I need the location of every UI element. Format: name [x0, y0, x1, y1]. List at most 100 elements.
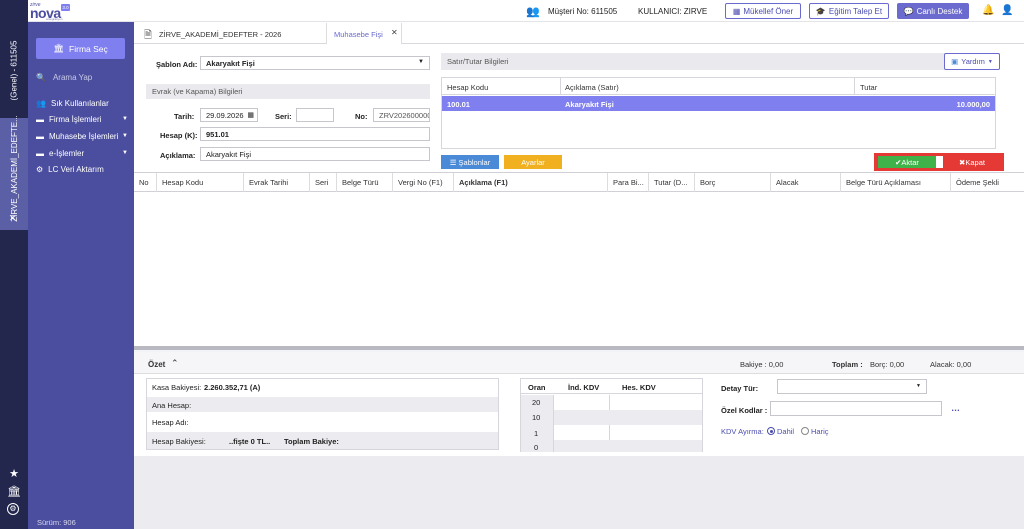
haric-radio[interactable] — [801, 427, 809, 435]
kdv-table: Oran İnd. KDV Hes. KDV 20 10 1 0 — [520, 378, 703, 452]
sablon-label: Şablon Adı: — [156, 60, 198, 69]
close-icon[interactable]: ✕ — [391, 28, 398, 37]
graduation-cap-icon: 🎓 — [815, 6, 826, 16]
tab-muhasebe-fisi[interactable]: Muhasebe Fişi ✕ — [326, 23, 402, 44]
seri-label: Seri: — [275, 112, 292, 121]
column-header[interactable]: Belge Türü — [337, 173, 393, 192]
column-header[interactable]: Alacak — [771, 173, 841, 192]
column-header[interactable]: Para Bi... — [608, 173, 649, 192]
sidebar-search[interactable]: 🔍 Arama Yap — [36, 70, 126, 84]
ozel-kodlar-input[interactable] — [770, 401, 942, 416]
no-label: No: — [355, 112, 368, 121]
satir-table: Hesap Kodu Açıklama (Satır) Tutar 100.01… — [441, 77, 996, 149]
folder-icon: ▬ — [36, 131, 44, 141]
kdv-rate: 10 — [532, 413, 541, 422]
hesap-label: Hesap (K): — [160, 131, 198, 140]
tab-genel[interactable]: (Genel) - 611505 — [0, 30, 28, 110]
bank-icon: 🏛 — [53, 43, 65, 53]
ayarlar-button[interactable]: Ayarlar — [504, 155, 562, 169]
dahil-label: Dahil — [777, 427, 795, 436]
star-icon[interactable]: ★ — [7, 467, 21, 481]
column-header[interactable]: Evrak Tarihi — [244, 173, 310, 192]
aciklama-input[interactable]: Akaryakıt Fişi — [200, 147, 430, 161]
detay-tur-label: Detay Tür: — [721, 384, 759, 393]
settings-icon[interactable]: ⚙ — [7, 503, 19, 515]
ozet-toggle[interactable]: Özet — [148, 360, 165, 369]
sidebar-item-firma[interactable]: ▬ Firma İşlemleri ▼ — [36, 112, 128, 126]
column-header[interactable]: Seri — [310, 173, 337, 192]
mukellef-oner-button[interactable]: ▦ Mükellef Öner — [725, 3, 801, 19]
tab-company-title: ZİRVE_AKADEMİ_EDEFTER - 2026 — [159, 30, 282, 39]
firma-sec-button[interactable]: 🏛 Firma Seç — [36, 38, 125, 59]
open-windows-strip: (Genel) - 611505 ZİRVE_AKADEMİ_EDEFTE...… — [0, 0, 28, 529]
satir-table-row[interactable]: 100.01 Akaryakıt Fişi 10.000,00 — [442, 96, 995, 111]
sablon-select[interactable]: Akaryakıt Fişi ▼ — [200, 56, 430, 70]
column-header[interactable]: Belge Türü Açıklaması — [841, 173, 951, 192]
customer-icon: 👥 — [526, 6, 540, 18]
yardim-button[interactable]: ▣ Yardım ▼ — [944, 53, 1000, 70]
empty-area — [134, 456, 1024, 529]
aktar-button[interactable]: ✔ Aktar — [878, 156, 936, 168]
sidebar-item-lc-veri[interactable]: ⚙ LC Veri Aktarım — [36, 162, 128, 176]
chevron-up-icon[interactable]: ⌃ — [171, 358, 179, 369]
kdv-rate: 0 — [534, 443, 539, 452]
hesap-input[interactable]: 951.01 — [200, 127, 430, 141]
bell-icon[interactable]: 🔔 — [982, 5, 994, 16]
evrak-section-header: Evrak (ve Kapama) Bilgileri — [146, 84, 430, 99]
tarih-input[interactable]: 29.09.2026 ▦ — [200, 108, 258, 122]
borc-value: Borç: 0,00 — [870, 360, 905, 369]
dahil-radio[interactable] — [767, 427, 775, 435]
more-icon[interactable]: … — [951, 403, 960, 413]
ozel-kodlar-label: Özel Kodlar : — [721, 406, 768, 415]
sablonlar-button[interactable]: ☰ Şablonlar — [441, 155, 499, 169]
egitim-talep-button[interactable]: 🎓 Eğitim Talep Et — [809, 3, 889, 19]
detay-tur-select[interactable]: ▼ — [777, 379, 927, 394]
action-buttons-group: ✔ Aktar ✖ Kapat — [874, 153, 1004, 171]
help-icon: ▣ — [951, 57, 959, 66]
chevron-down-icon: ▼ — [418, 59, 424, 65]
document-tabs: 🗎 ZİRVE_AKADEMİ_EDEFTER - 2026 Muhasebe … — [134, 22, 1024, 44]
column-header[interactable]: No — [134, 173, 157, 192]
grid-header: No Hesap Kodu Evrak Tarihi Seri Belge Tü… — [134, 172, 1024, 192]
document-icon: 🗎 — [144, 30, 153, 41]
column-header[interactable]: Vergi No (F1) — [393, 173, 454, 192]
column-header[interactable]: Tutar (D... — [649, 173, 695, 192]
folder-icon: ▬ — [36, 148, 44, 158]
gear-icon: ⚙ — [36, 164, 44, 174]
kasa-bakiyesi-value: 2.260.352,71 (A) — [204, 383, 261, 392]
close-icon[interactable]: ✕ — [9, 213, 17, 224]
seri-input[interactable] — [296, 108, 334, 122]
user-icon[interactable]: 👤 — [1001, 5, 1013, 16]
chat-icon: 💬 — [903, 6, 914, 16]
ozet-panel: Kasa Bakiyesi: 2.260.352,71 (A) Ana Hesa… — [134, 374, 1024, 456]
column-header[interactable]: Açıklama (F1) — [454, 173, 608, 192]
list-icon: ☰ — [449, 157, 457, 167]
grid-scrollbar[interactable] — [134, 346, 1024, 350]
toplam-label: Toplam : — [832, 360, 863, 369]
alacak-value: Alacak: 0,00 — [930, 360, 972, 369]
customer-number: Müşteri No: 611505 — [548, 7, 618, 16]
grid-body — [134, 192, 1024, 346]
sidebar-item-eislemler[interactable]: ▬ e-İşlemler ▼ — [36, 146, 128, 160]
ozet-header: Özet ⌃ Bakiye : 0,00 Toplam : Borç: 0,00… — [134, 352, 1024, 374]
no-input[interactable]: ZRV202600000 — [373, 108, 430, 122]
tarih-label: Tarih: — [174, 112, 195, 121]
sidebar-item-muhasebe[interactable]: ▬ Muhasebe İşlemleri ▼ — [36, 129, 128, 143]
kapat-button[interactable]: ✖ Kapat — [944, 156, 1000, 168]
canli-destek-button[interactable]: 💬 Canlı Destek — [897, 3, 969, 19]
tab-company[interactable]: ZİRVE_AKADEMİ_EDEFTE... ✕ — [0, 115, 28, 230]
folder-icon: ▬ — [36, 114, 44, 124]
aciklama-label: Açıklama: — [160, 151, 196, 160]
building-icon: ▦ — [732, 6, 741, 16]
top-bar: zirve nova 3.0 entegrasyon 👥 Müşteri No:… — [0, 0, 1024, 22]
column-header[interactable]: Borç — [695, 173, 771, 192]
column-header[interactable]: Hesap Kodu — [157, 173, 244, 192]
bakiye-value: Bakiye : 0,00 — [740, 360, 784, 369]
bank-icon[interactable]: 🏛 — [7, 485, 21, 499]
satir-section-header: Satır/Tutar Bilgileri — [441, 53, 1000, 70]
calendar-icon[interactable]: ▦ — [247, 111, 254, 119]
chevron-down-icon: ▼ — [122, 133, 128, 139]
column-header[interactable]: Ödeme Şekli — [951, 173, 1024, 192]
satir-table-header: Hesap Kodu Açıklama (Satır) Tutar — [442, 78, 995, 95]
sidebar-item-favorites[interactable]: 👥 Sık Kullanılanlar — [36, 96, 128, 110]
